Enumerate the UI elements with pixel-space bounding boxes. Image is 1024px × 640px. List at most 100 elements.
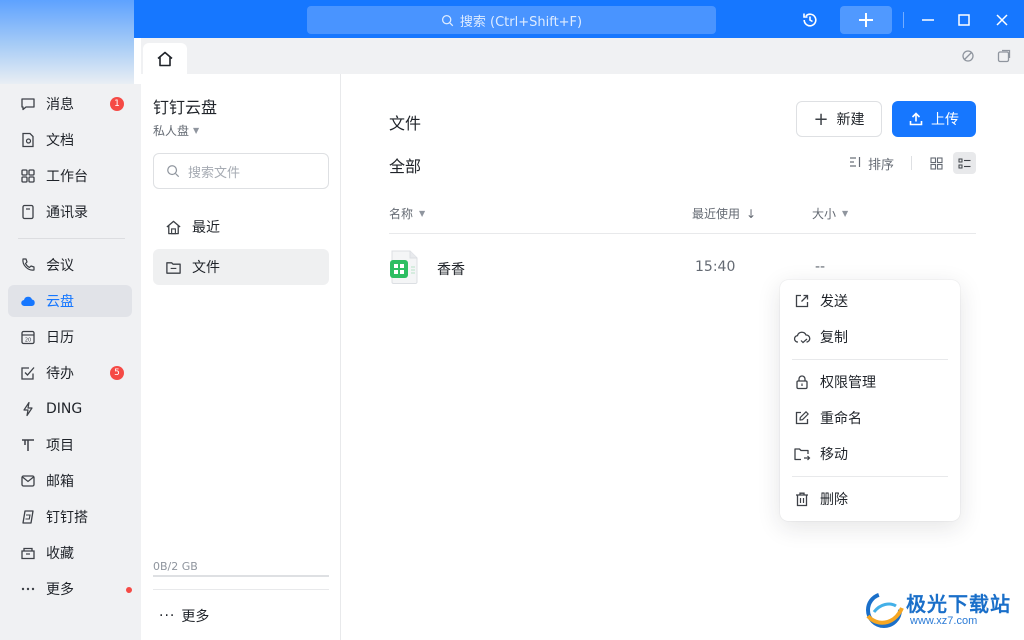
nav-item-label: 云盘 xyxy=(46,294,74,310)
grid-view-icon xyxy=(929,156,943,170)
list-view-button[interactable] xyxy=(953,152,976,174)
spreadsheet-file-icon xyxy=(389,250,419,284)
nav-item-todo[interactable]: 待办 5 xyxy=(8,357,132,389)
notification-dot xyxy=(126,587,132,593)
nav-item-docs[interactable]: 文档 xyxy=(8,124,132,156)
drive-more-button[interactable]: ··· 更多 xyxy=(159,606,209,626)
column-header-name[interactable]: 名称 ▼ xyxy=(389,205,425,222)
nav-item-more[interactable]: 更多 xyxy=(8,573,132,605)
tab-strip xyxy=(141,38,1024,74)
storage-usage-text: 0B/2 GB xyxy=(153,560,198,573)
nav-item-label: 日历 xyxy=(46,330,74,346)
drive-sidebar: 钉钉云盘 私人盘 ▼ 搜索文件 最近 文件 0B/2 GB ··· 更多 xyxy=(141,74,341,640)
file-search-placeholder: 搜索文件 xyxy=(188,165,241,181)
nav-item-workbench[interactable]: 工作台 xyxy=(8,160,132,192)
menu-item-rename[interactable]: 重命名 xyxy=(780,400,960,436)
ding-icon xyxy=(20,401,36,417)
global-search-placeholder: 搜索 (Ctrl+Shift+F) xyxy=(459,14,583,30)
user-avatar-area[interactable] xyxy=(0,0,134,84)
home-tab[interactable] xyxy=(143,43,187,74)
drive-space-selector[interactable]: 私人盘 ▼ xyxy=(153,122,199,139)
message-icon xyxy=(20,96,36,112)
close-icon xyxy=(996,14,1008,26)
more-icon xyxy=(20,581,36,597)
drive-more-label: 更多 xyxy=(181,609,210,625)
grid-view-button[interactable] xyxy=(925,152,947,174)
menu-item-copy[interactable]: 复制 xyxy=(780,319,960,355)
drive-title: 钉钉云盘 xyxy=(153,98,218,117)
nav-item-project[interactable]: 项目 xyxy=(8,429,132,461)
nav-item-label: 项目 xyxy=(46,438,74,454)
titlebar-divider xyxy=(903,12,904,28)
column-header-label: 名称 xyxy=(389,207,414,221)
upload-button-label: 上传 xyxy=(931,112,959,128)
menu-divider xyxy=(792,476,948,477)
watermark-logo-icon xyxy=(866,592,904,628)
drive-space-label: 私人盘 xyxy=(153,124,190,138)
view-divider xyxy=(911,156,912,170)
file-search-input[interactable]: 搜索文件 xyxy=(153,153,329,189)
project-icon xyxy=(20,437,36,453)
menu-item-label: 发送 xyxy=(820,294,848,310)
nav-item-cloud-drive[interactable]: 云盘 xyxy=(8,285,132,317)
column-header-recent[interactable]: 最近使用 ↓ xyxy=(692,205,756,222)
meeting-icon xyxy=(20,257,36,273)
global-search-input[interactable]: 搜索 (Ctrl+Shift+F) xyxy=(307,6,716,34)
nav-item-label: 文档 xyxy=(46,133,74,149)
document-icon xyxy=(20,132,36,148)
maximize-button[interactable] xyxy=(950,6,978,34)
page-title: 文件 xyxy=(389,114,422,133)
minimize-button[interactable] xyxy=(914,6,942,34)
nav-item-favorites[interactable]: 收藏 xyxy=(8,537,132,569)
menu-item-move[interactable]: 移动 xyxy=(780,436,960,472)
nav-item-calendar[interactable]: 20 日历 xyxy=(8,321,132,353)
column-header-size[interactable]: 大小 ▼ xyxy=(812,205,848,222)
menu-divider xyxy=(792,359,948,360)
nav-item-meeting[interactable]: 会议 xyxy=(8,249,132,281)
caret-down-icon: ▼ xyxy=(842,209,849,218)
drive-nav-recent[interactable]: 最近 xyxy=(153,209,329,245)
file-context-menu: 发送 复制 权限管理 重命名 移动 删除 xyxy=(780,280,960,521)
storage-usage-bar xyxy=(153,575,329,577)
folder-icon xyxy=(165,259,182,276)
nav-item-label: 更多 xyxy=(46,582,74,598)
plus-icon: + xyxy=(813,108,829,130)
send-icon xyxy=(793,292,811,310)
upload-button[interactable]: 上传 xyxy=(892,101,976,137)
new-button[interactable]: + 新建 xyxy=(796,101,882,137)
menu-item-permissions[interactable]: 权限管理 xyxy=(780,364,960,400)
home-icon xyxy=(157,51,173,66)
cloud-icon xyxy=(20,293,36,309)
sort-icon xyxy=(849,156,862,171)
open-window-icon[interactable] xyxy=(996,48,1012,64)
sort-button[interactable]: 排序 xyxy=(849,154,894,173)
nav-item-builder[interactable]: 钉钉搭 xyxy=(8,501,132,533)
search-icon xyxy=(167,165,180,178)
nav-item-label: 收藏 xyxy=(46,546,74,562)
column-header-label: 最近使用 xyxy=(692,207,741,221)
nav-item-mail[interactable]: 邮箱 xyxy=(8,465,132,497)
list-view-icon xyxy=(958,158,971,168)
favorites-icon xyxy=(20,545,36,561)
menu-item-delete[interactable]: 删除 xyxy=(780,481,960,517)
drive-nav-files[interactable]: 文件 xyxy=(153,249,329,285)
drive-divider xyxy=(153,589,329,590)
create-button[interactable] xyxy=(840,6,892,34)
contacts-icon xyxy=(20,204,36,220)
nav-item-contacts[interactable]: 通讯录 xyxy=(8,196,132,228)
move-icon xyxy=(793,445,811,463)
history-button[interactable] xyxy=(796,6,824,34)
nav-item-label: 会议 xyxy=(46,258,74,274)
rename-icon xyxy=(793,409,811,427)
cloud-copy-icon xyxy=(793,328,811,346)
caret-down-icon: ▼ xyxy=(419,209,426,218)
mail-icon xyxy=(20,473,36,489)
nav-item-label: 通讯录 xyxy=(46,205,88,221)
nav-item-ding[interactable]: DING xyxy=(8,393,132,425)
refresh-icon[interactable] xyxy=(960,48,976,64)
close-button[interactable] xyxy=(988,6,1016,34)
nav-item-messages[interactable]: 消息 1 xyxy=(8,88,132,120)
builder-icon xyxy=(20,509,36,525)
search-icon xyxy=(441,14,454,26)
menu-item-send[interactable]: 发送 xyxy=(780,283,960,319)
